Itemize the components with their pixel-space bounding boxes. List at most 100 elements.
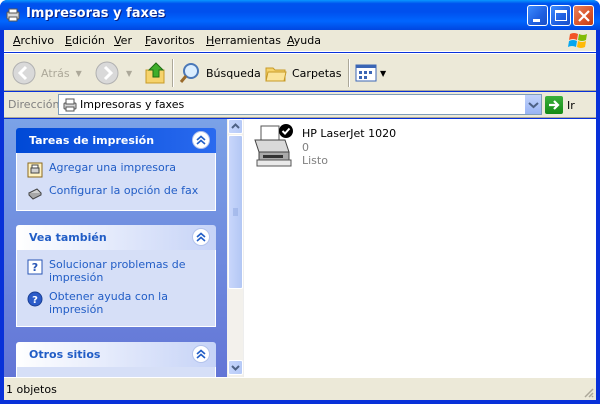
grip-icon xyxy=(233,208,238,216)
forward-dropdown-icon[interactable]: ▼ xyxy=(126,69,132,78)
menu-herramientas[interactable]: Herramientas xyxy=(206,34,281,47)
minimize-button[interactable] xyxy=(527,5,548,26)
panel-title: Otros sitios xyxy=(29,348,101,361)
folders-label: Carpetas xyxy=(292,66,342,80)
address-dropdown-button[interactable] xyxy=(524,95,541,114)
chevron-up-icon xyxy=(196,135,206,145)
scroll-down-button[interactable] xyxy=(228,360,243,375)
folders-icon xyxy=(265,67,287,82)
panel-body xyxy=(16,367,216,377)
views-dropdown-icon: ▼ xyxy=(380,68,387,78)
chevron-up-icon xyxy=(196,232,206,242)
scroll-thumb[interactable] xyxy=(228,135,243,289)
resize-grip-icon[interactable] xyxy=(582,386,594,398)
help-troubleshoot-icon: ? xyxy=(27,259,43,275)
menu-ver-label: er xyxy=(120,34,132,47)
menu-favoritos-label: avoritos xyxy=(150,34,195,47)
maximize-icon xyxy=(555,10,567,21)
toolbar-separator xyxy=(172,59,174,87)
search-button[interactable]: Búsqueda xyxy=(178,58,261,88)
views-icon xyxy=(355,64,377,82)
close-button[interactable] xyxy=(573,5,594,26)
toolbar-separator xyxy=(348,59,350,87)
panel-header[interactable]: Vea también xyxy=(16,225,216,250)
up-folder-button[interactable] xyxy=(144,58,168,88)
close-icon xyxy=(578,10,590,22)
go-label: Ir xyxy=(567,98,575,112)
menu-ayuda-accel: A xyxy=(287,34,294,47)
status-bar: 1 objetos xyxy=(4,377,596,400)
address-bar: Dirección Impresoras y faxes Ir xyxy=(4,92,596,118)
panel-title: Tareas de impresión xyxy=(29,134,155,147)
menu-archivo-label: rchivo xyxy=(20,34,55,47)
scroll-up-icon xyxy=(231,123,240,129)
printer-tasks-panel: Tareas de impresión Agregar una impresor… xyxy=(16,128,216,211)
windows-logo-icon xyxy=(568,33,587,48)
fax-icon xyxy=(28,188,42,200)
menu-ver-accel: V xyxy=(114,34,121,47)
menu-edicion-label: dición xyxy=(71,34,105,47)
chevron-down-icon xyxy=(528,102,539,109)
collapse-button[interactable] xyxy=(192,345,210,363)
task-label: Solucionar problemas de impresión xyxy=(49,258,186,284)
file-view[interactable]: HP LaserJet 1020 0 Listo xyxy=(227,119,596,377)
scroll-up-button[interactable] xyxy=(228,119,243,134)
menu-ayuda-label: yuda xyxy=(293,34,321,47)
panel-header[interactable]: Otros sitios xyxy=(16,342,216,367)
menu-archivo-accel: A xyxy=(13,34,21,47)
views-button[interactable]: ▼ xyxy=(354,58,386,88)
menu-archivo[interactable]: Archivo xyxy=(13,34,54,47)
title-bar[interactable]: Impresoras y faxes xyxy=(0,0,600,30)
panel-body: Agregar una impresora Configurar la opci… xyxy=(16,153,216,211)
go-arrow-icon xyxy=(545,96,563,114)
collapse-button[interactable] xyxy=(192,228,210,246)
menu-herramientas-label: erramientas xyxy=(214,34,281,47)
panel-title: Vea también xyxy=(29,231,107,244)
forward-button[interactable]: ▼ xyxy=(94,58,132,88)
menu-favoritos[interactable]: Favoritos xyxy=(145,34,195,47)
menu-bar: Archivo Edición Ver Favoritos Herramient… xyxy=(4,30,596,52)
up-folder-icon xyxy=(145,62,165,84)
printer-documents: 0 xyxy=(302,141,309,154)
minimize-icon xyxy=(533,19,540,22)
search-label: Búsqueda xyxy=(206,66,261,80)
chevron-up-icon xyxy=(196,349,206,359)
search-icon xyxy=(179,63,199,83)
task-label: Configurar la opción de fax xyxy=(49,184,199,197)
help-icon: ? xyxy=(27,291,43,307)
status-text: 1 objetos xyxy=(6,383,57,396)
add-printer-link[interactable]: Agregar una impresora xyxy=(27,161,207,178)
menu-ver[interactable]: Ver xyxy=(114,34,132,47)
troubleshoot-printing-link[interactable]: ? Solucionar problemas de impresión xyxy=(27,258,207,284)
panel-body: ? Solucionar problemas de impresión ? Ob… xyxy=(16,250,216,327)
scroll-down-icon xyxy=(231,365,240,371)
printer-status: Listo xyxy=(302,154,328,167)
menu-edicion-accel: E xyxy=(65,34,72,47)
printing-help-link[interactable]: ? Obtener ayuda con la impresión xyxy=(27,290,207,316)
configure-fax-link[interactable]: Configurar la opción de fax xyxy=(27,184,207,201)
address-input[interactable]: Impresoras y faxes xyxy=(58,94,542,115)
back-button[interactable]: Atrás ▼ xyxy=(11,58,82,88)
svg-text:?: ? xyxy=(32,261,38,274)
task-pane-scrollbar[interactable] xyxy=(227,119,244,377)
back-label: Atrás xyxy=(41,66,70,80)
maximize-button[interactable] xyxy=(550,5,571,26)
standard-toolbar: Atrás ▼ ▼ Búsqueda Carpetas ▼ xyxy=(4,53,596,91)
svg-text:?: ? xyxy=(32,295,38,306)
go-button[interactable]: Ir xyxy=(545,95,575,115)
collapse-button[interactable] xyxy=(192,131,210,149)
task-pane: Tareas de impresión Agregar una impresor… xyxy=(4,119,227,377)
panel-header[interactable]: Tareas de impresión xyxy=(16,128,216,153)
back-dropdown-icon[interactable]: ▼ xyxy=(76,69,82,78)
add-printer-icon xyxy=(27,162,43,178)
printer-name: HP LaserJet 1020 xyxy=(302,127,397,140)
address-value: Impresoras y faxes xyxy=(80,98,185,111)
menu-edicion[interactable]: Edición xyxy=(65,34,105,47)
folders-button[interactable]: Carpetas xyxy=(264,58,341,88)
menu-ayuda[interactable]: Ayuda xyxy=(287,34,321,47)
see-also-panel: Vea también ? Solucionar problemas de im… xyxy=(16,225,216,327)
task-label: Agregar una impresora xyxy=(49,161,177,174)
forward-arrow-icon xyxy=(95,61,119,85)
printer-item[interactable]: HP LaserJet 1020 0 Listo xyxy=(251,122,431,176)
task-label: Obtener ayuda con la impresión xyxy=(49,290,168,316)
